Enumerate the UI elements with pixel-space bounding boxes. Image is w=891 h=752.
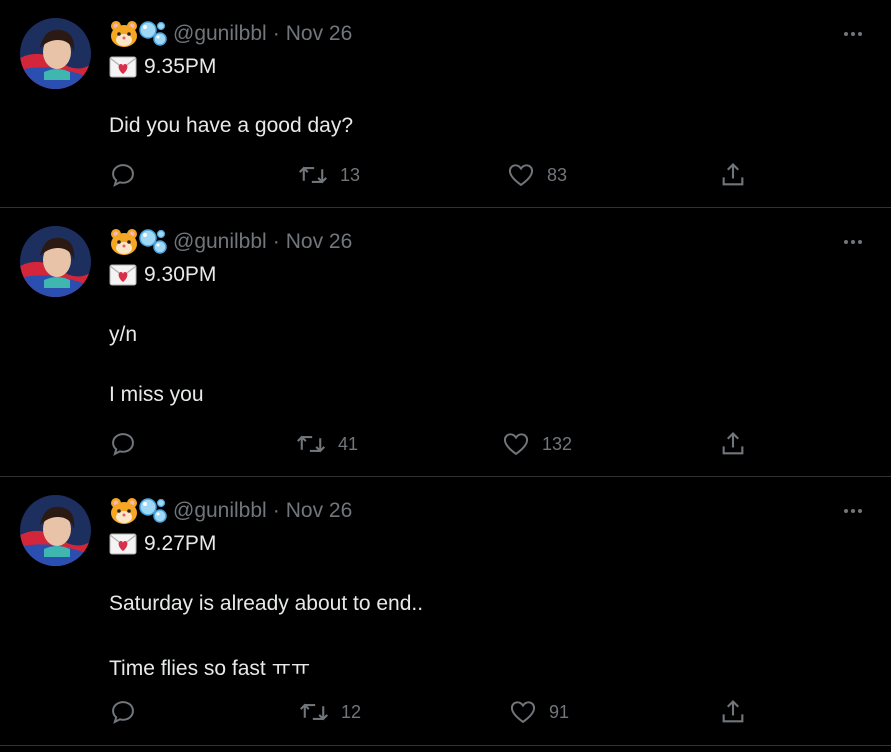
love-letter-emoji-icon: [109, 264, 137, 286]
tweet-time-line: 9.35PM: [109, 54, 216, 80]
header-separator: ·: [272, 499, 280, 522]
tweet-time-line: 9.30PM: [109, 262, 216, 288]
love-letter-emoji-icon: [109, 533, 137, 555]
timeline-feed: @gunilbbl · Nov 26 9.35PM Did you have a…: [0, 0, 891, 752]
display-name-emojis[interactable]: [109, 497, 167, 525]
retweet-count: 41: [338, 433, 359, 454]
retweet-count: 12: [341, 701, 362, 722]
tweet-text: Saturday is already about to end..: [109, 592, 424, 615]
like-icon: [508, 164, 534, 187]
header-separator: ·: [272, 22, 280, 45]
like-button[interactable]: 132: [502, 429, 572, 459]
like-count: 132: [542, 433, 573, 454]
tweet[interactable]: @gunilbbl · Nov 26 9.30PM y/n I miss you: [0, 208, 891, 477]
hamster-emoji-icon: [111, 229, 137, 255]
reply-icon: [112, 701, 134, 724]
reply-icon: [112, 164, 134, 187]
tweet-text: y/n: [109, 323, 138, 346]
display-name-emojis[interactable]: [109, 228, 167, 256]
tweet-header: @gunilbbl · Nov 26: [109, 228, 352, 256]
tweet-text-time: 9.35PM: [144, 55, 217, 78]
bubbles-emoji-icon: [139, 21, 167, 46]
tweet-text: I miss you: [109, 383, 204, 406]
share-button[interactable]: [719, 429, 747, 459]
avatar[interactable]: [20, 226, 91, 297]
bubbles-emoji-icon: [139, 229, 167, 254]
share-icon: [722, 700, 744, 723]
avatar[interactable]: [20, 18, 91, 89]
reply-icon: [112, 433, 134, 456]
tweet-text: Time flies so fast ㅠㅠ: [109, 657, 311, 680]
reply-button[interactable]: [109, 160, 149, 190]
like-icon: [503, 433, 529, 456]
tweet-date[interactable]: Nov 26: [286, 22, 353, 46]
avatar[interactable]: [20, 495, 91, 566]
tweet-date[interactable]: Nov 26: [286, 499, 353, 523]
share-icon: [722, 163, 744, 186]
tweet-time-line: 9.27PM: [109, 531, 216, 557]
like-button[interactable]: 91: [509, 697, 569, 727]
reply-button[interactable]: [109, 697, 149, 727]
like-icon: [510, 701, 536, 724]
more-options-icon[interactable]: [841, 230, 865, 254]
bubbles-emoji-icon: [139, 498, 167, 523]
share-button[interactable]: [719, 697, 747, 727]
retweet-button[interactable]: 41: [296, 429, 358, 459]
tweet-date[interactable]: Nov 26: [286, 230, 353, 254]
retweet-icon: [298, 166, 328, 184]
share-button[interactable]: [719, 160, 747, 190]
author-handle[interactable]: @gunilbbl: [173, 230, 267, 254]
tweet-header: @gunilbbl · Nov 26: [109, 497, 352, 525]
author-handle[interactable]: @gunilbbl: [173, 499, 267, 523]
like-count: 91: [549, 701, 570, 722]
retweet-icon: [299, 703, 329, 721]
author-handle[interactable]: @gunilbbl: [173, 22, 267, 46]
header-separator: ·: [272, 230, 280, 253]
retweet-button[interactable]: 12: [299, 697, 361, 727]
tweet-text-time: 9.30PM: [144, 263, 217, 286]
tweet[interactable]: @gunilbbl · Nov 26 9.35PM Did you have a…: [0, 0, 891, 208]
hamster-emoji-icon: [111, 21, 137, 47]
retweet-icon: [296, 435, 326, 453]
more-options-icon[interactable]: [841, 499, 865, 523]
like-count: 83: [547, 164, 568, 185]
tweet-text: Did you have a good day?: [109, 114, 354, 137]
tweet[interactable]: @gunilbbl · Nov 26 9.27PM Saturday is al…: [0, 477, 891, 746]
reply-button[interactable]: [109, 429, 149, 459]
retweet-count: 13: [340, 164, 361, 185]
love-letter-emoji-icon: [109, 56, 137, 78]
more-options-icon[interactable]: [841, 22, 865, 46]
share-icon: [722, 432, 744, 455]
tweet-text-time: 9.27PM: [144, 532, 217, 555]
hamster-emoji-icon: [111, 498, 137, 524]
retweet-button[interactable]: 13: [298, 160, 360, 190]
like-button[interactable]: 83: [507, 160, 567, 190]
display-name-emojis[interactable]: [109, 20, 167, 48]
tweet-header: @gunilbbl · Nov 26: [109, 20, 352, 48]
